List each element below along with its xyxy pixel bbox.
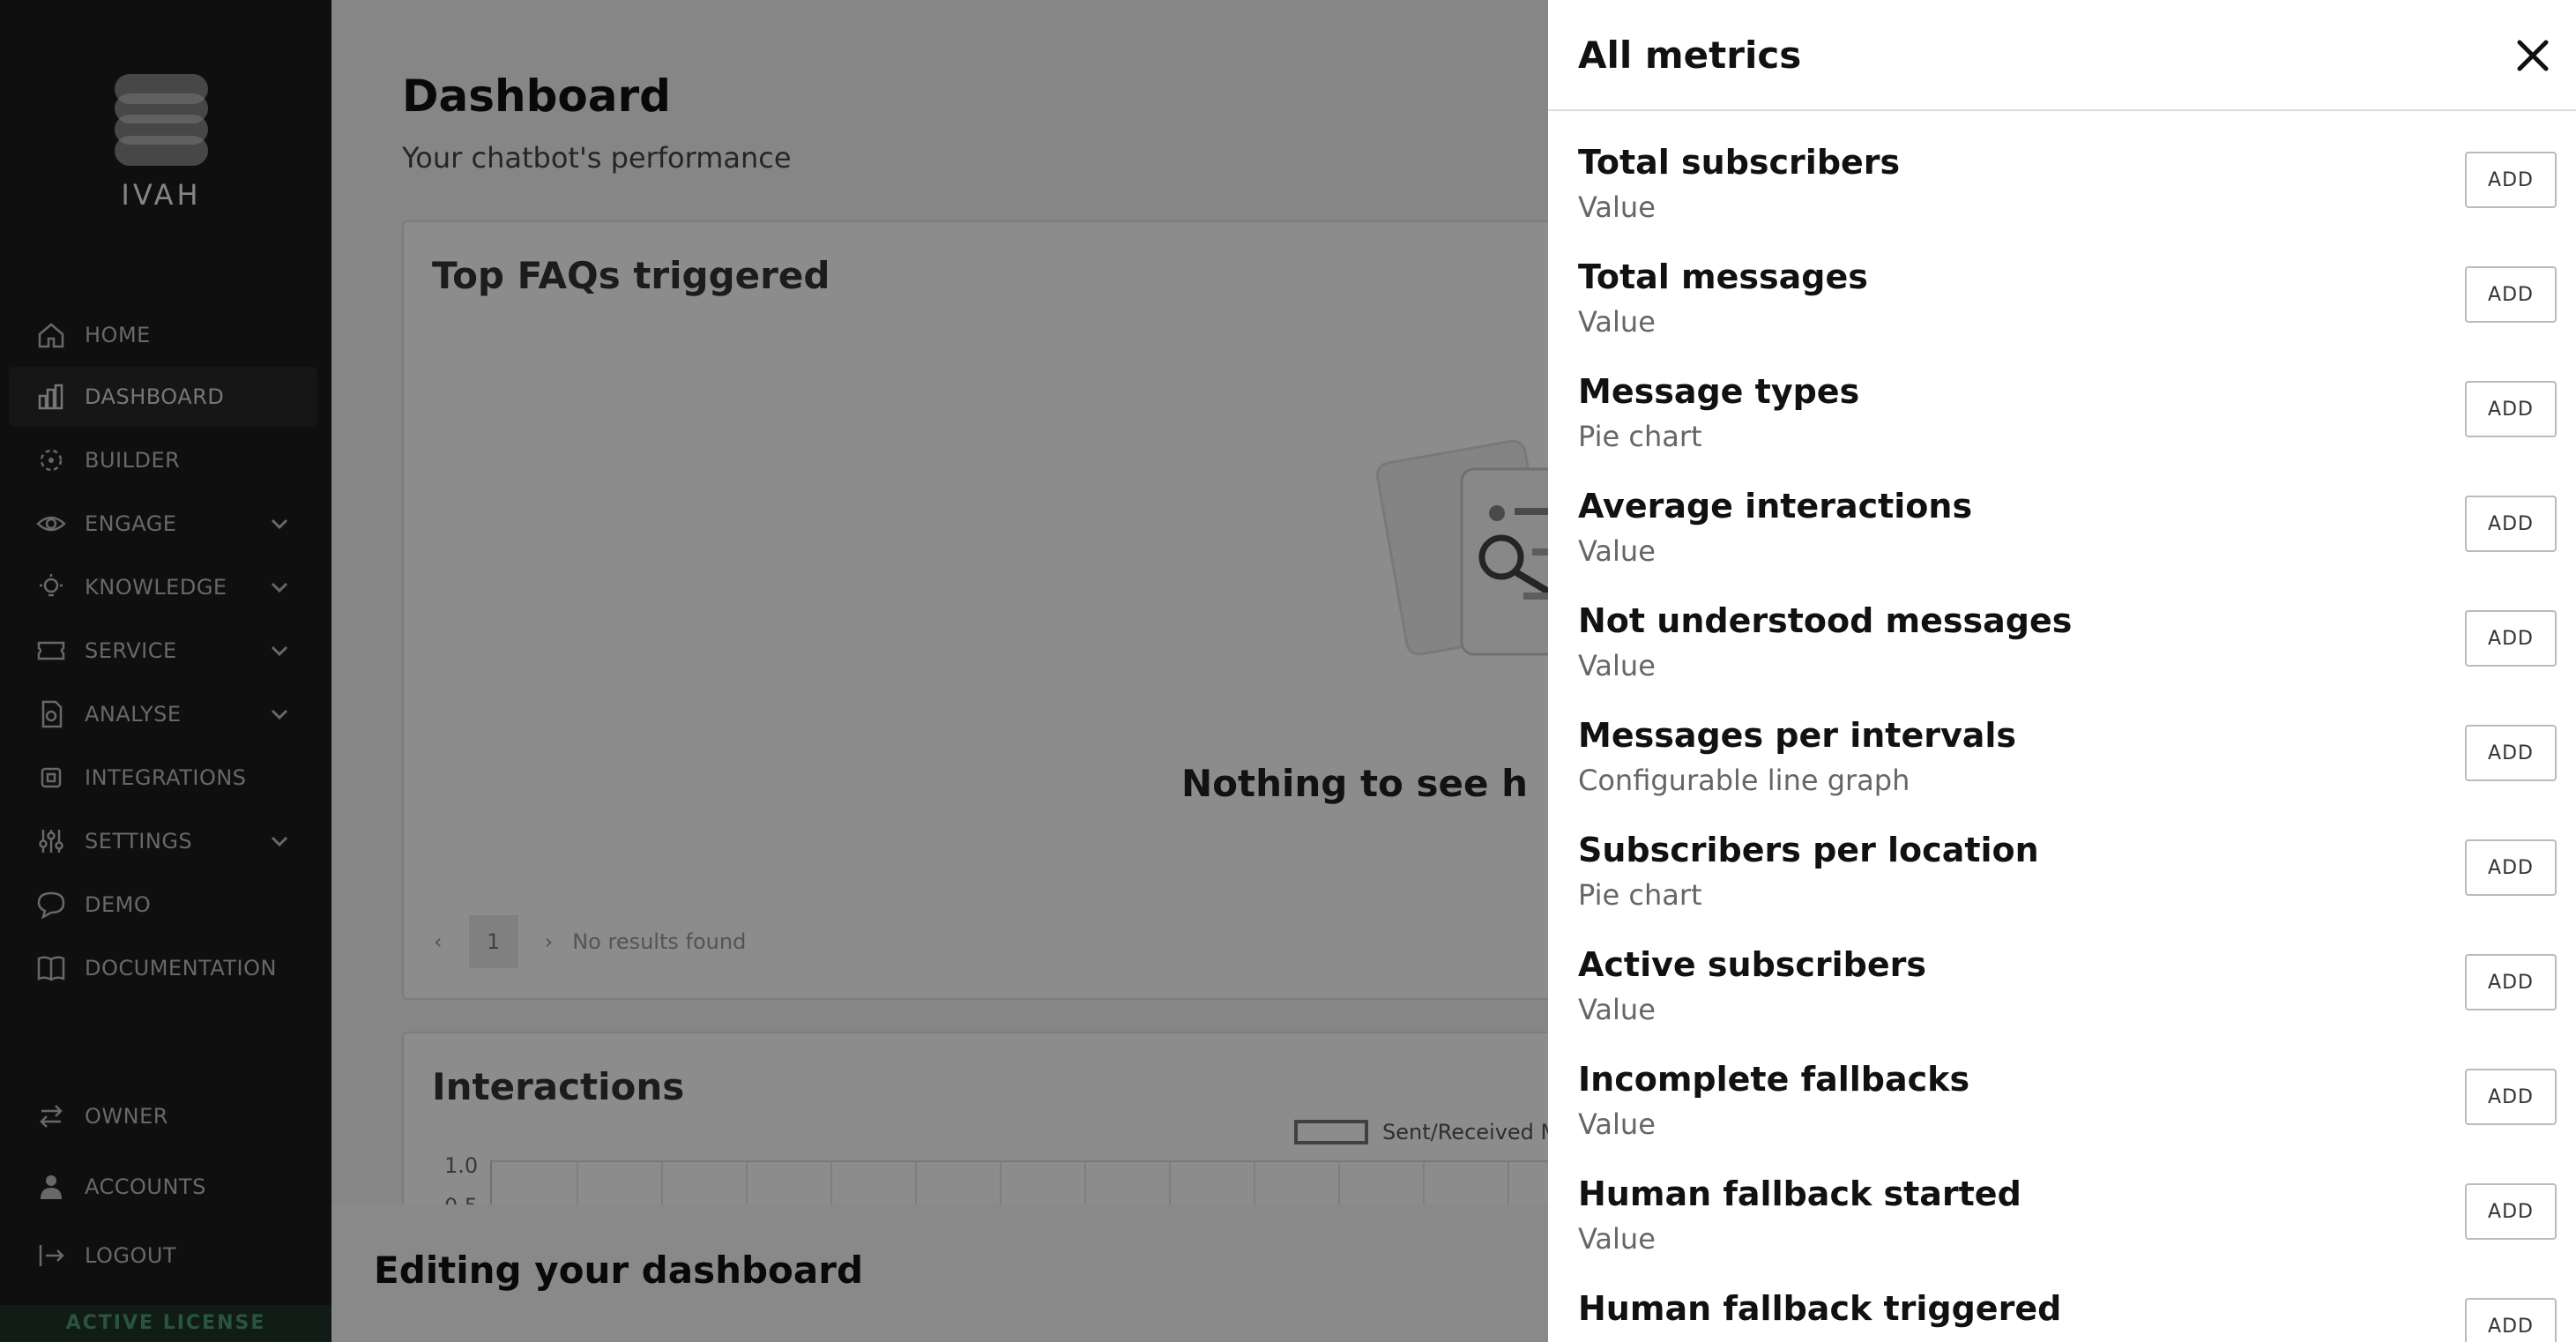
metric-name: Not understood messages [1578, 601, 2073, 640]
metric-type: Value [1578, 1222, 1656, 1256]
add-metric-button[interactable]: ADD [2465, 1183, 2557, 1240]
metric-name: Human fallback triggered [1578, 1289, 2062, 1328]
metric-type: Value [1578, 1107, 1656, 1141]
add-metric-button[interactable]: ADD [2465, 725, 2557, 781]
metric-type: Value [1578, 190, 1656, 224]
metric-type: Value [1578, 993, 1656, 1026]
metric-row: Message types Pie chart ADD [1548, 372, 2576, 487]
metric-row: Total messages Value ADD [1548, 257, 2576, 372]
metric-row: Human fallback triggered ADD [1548, 1289, 2576, 1342]
add-metric-button[interactable]: ADD [2465, 1298, 2557, 1342]
add-metric-button[interactable]: ADD [2465, 1069, 2557, 1125]
metric-name: Incomplete fallbacks [1578, 1060, 1970, 1099]
metric-type: Value [1578, 305, 1656, 339]
metric-type: Pie chart [1578, 878, 1702, 912]
metric-name: Messages per intervals [1578, 716, 2017, 755]
add-metric-button[interactable]: ADD [2465, 152, 2557, 208]
metric-name: Human fallback started [1578, 1174, 2021, 1213]
metric-name: Total subscribers [1578, 143, 1901, 182]
metric-type: Value [1578, 649, 1656, 682]
metric-row: Messages per intervals Configurable line … [1548, 716, 2576, 831]
panel-title: All metrics [1578, 34, 1802, 77]
add-metric-button[interactable]: ADD [2465, 839, 2557, 896]
metric-type: Configurable line graph [1578, 764, 1910, 797]
add-metric-button[interactable]: ADD [2465, 381, 2557, 437]
metric-row: Not understood messages Value ADD [1548, 601, 2576, 716]
metric-row: Incomplete fallbacks Value ADD [1548, 1060, 2576, 1174]
panel-header: All metrics [1548, 0, 2576, 111]
add-metric-button[interactable]: ADD [2465, 266, 2557, 323]
metric-name: Total messages [1578, 257, 1868, 296]
metric-row: Active subscribers Value ADD [1548, 945, 2576, 1060]
metric-row: Average interactions Value ADD [1548, 487, 2576, 601]
metric-type: Value [1578, 534, 1656, 568]
metric-name: Message types [1578, 372, 1860, 411]
metrics-panel: All metrics Total subscribers Value ADD Tot… [1548, 0, 2576, 1342]
add-metric-button[interactable]: ADD [2465, 496, 2557, 552]
metric-type: Pie chart [1578, 420, 1702, 453]
close-icon[interactable] [2513, 35, 2553, 76]
metric-name: Average interactions [1578, 487, 1973, 526]
metric-name: Subscribers per location [1578, 831, 2039, 869]
add-metric-button[interactable]: ADD [2465, 610, 2557, 667]
add-metric-button[interactable]: ADD [2465, 954, 2557, 1010]
metric-row: Total subscribers Value ADD [1548, 143, 2576, 257]
metric-name: Active subscribers [1578, 945, 1927, 984]
metric-row: Subscribers per location Pie chart ADD [1548, 831, 2576, 945]
metric-row: Human fallback started Value ADD [1548, 1174, 2576, 1289]
